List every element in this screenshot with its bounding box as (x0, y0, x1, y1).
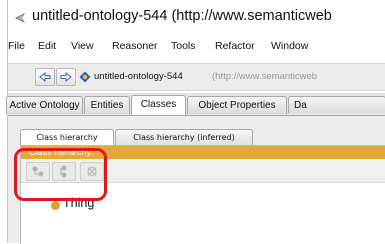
menu-bar: File Edit View Reasoner Tools Refactor W… (8, 37, 385, 57)
main-tabs: Active Ontology Entities Classes Object … (6, 93, 385, 116)
menu-file[interactable]: File (8, 40, 25, 52)
protege-app-icon (15, 13, 25, 23)
back-button[interactable] (35, 68, 55, 86)
protege-window: untitled-ontology-544 (http://www.semant… (6, 0, 385, 244)
menu-tools[interactable]: Tools (171, 40, 196, 52)
menu-window[interactable]: Window (271, 40, 308, 52)
class-dot-icon (51, 201, 60, 210)
window-title: untitled-ontology-544 (http://www.semant… (32, 8, 332, 24)
ontology-diamond-icon (79, 71, 91, 83)
tab-data-properties[interactable]: Da (288, 96, 385, 113)
tab-active-ontology[interactable]: Active Ontology (6, 96, 83, 114)
tab-classes[interactable]: Classes (131, 95, 186, 115)
menu-refactor[interactable]: Refactor (215, 40, 255, 52)
forward-arrow-icon (60, 71, 72, 83)
menu-edit[interactable]: Edit (38, 40, 56, 52)
tab-entities[interactable]: Entities (84, 96, 130, 114)
subtab-class-hierarchy[interactable]: Class hierarchy (20, 129, 114, 145)
forward-button[interactable] (56, 68, 76, 86)
ontology-url: (http://www.semanticweb (212, 71, 318, 82)
class-hierarchy-subtabs: Class hierarchy Class hierarchy (inferre… (8, 127, 385, 145)
menu-reasoner[interactable]: Reasoner (112, 40, 158, 52)
navigation-bar: untitled-ontology-544 (http://www.semant… (8, 63, 385, 91)
back-arrow-icon (39, 71, 51, 83)
menu-view[interactable]: View (71, 40, 94, 52)
ontology-name[interactable]: untitled-ontology-544 (94, 71, 183, 82)
title-bar: untitled-ontology-544 (http://www.semant… (8, 0, 385, 34)
highlight-annotation (14, 148, 107, 201)
subtab-class-hierarchy-inferred[interactable]: Class hierarchy (inferred) (115, 129, 253, 145)
tab-object-properties[interactable]: Object Properties (187, 96, 287, 114)
